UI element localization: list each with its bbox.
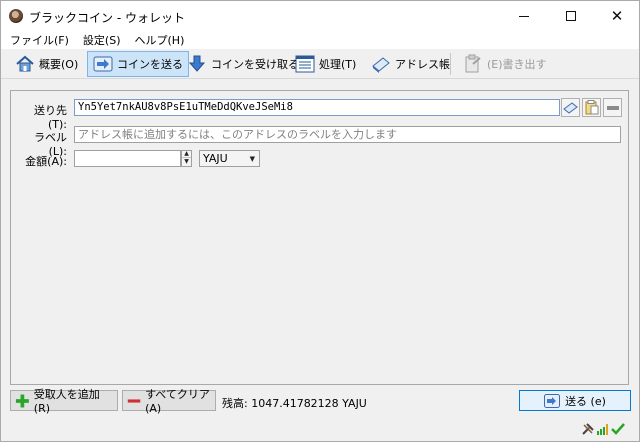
- synced-check-icon[interactable]: [611, 422, 625, 436]
- menu-bar: ファイル(F) 設定(S) ヘルプ(H): [1, 31, 639, 49]
- paste-button[interactable]: [582, 98, 601, 117]
- connections-icon[interactable]: [596, 422, 610, 436]
- tab-send-label: コインを送る: [117, 58, 183, 71]
- amount-stepper[interactable]: ▲ ▼: [181, 150, 192, 167]
- blackcoin-app-icon: [9, 9, 23, 23]
- address-book-icon: [563, 102, 578, 114]
- tab-receive-coins[interactable]: コインを受け取る: [181, 51, 305, 77]
- add-recipient-button[interactable]: 受取人を追加 (R): [10, 388, 118, 415]
- send-button[interactable]: 送る (e): [519, 390, 631, 411]
- tab-transactions-label: 処理(T): [319, 58, 357, 71]
- minimize-button[interactable]: [501, 1, 547, 31]
- chevron-down-icon: ▼: [249, 155, 255, 163]
- tab-overview[interactable]: 概要(O): [9, 51, 84, 77]
- tab-overview-label: 概要(O): [39, 58, 79, 71]
- close-icon: ✕: [610, 6, 624, 25]
- remove-entry-button[interactable]: [603, 98, 622, 117]
- maximize-icon: [566, 11, 576, 21]
- tab-transactions[interactable]: 処理(T): [289, 51, 362, 77]
- paste-icon: [585, 100, 598, 115]
- unit-select[interactable]: YAJU ▼: [199, 150, 260, 167]
- toolbar-separator: [450, 53, 451, 75]
- delete-icon: [606, 105, 619, 110]
- amount-label: 金額(A):: [25, 155, 67, 168]
- stepper-up-icon[interactable]: ▲: [182, 151, 191, 158]
- send-entry-frame: 送り先(T): Yn5Yet7nkAU8v8PsE1uTMeDdQKveJSeM…: [10, 90, 629, 176]
- arrow-right-icon: [93, 56, 113, 72]
- tab-address-book[interactable]: アドレス帳: [365, 51, 456, 77]
- window-title: ブラックコイン - ウォレット: [29, 11, 185, 25]
- menu-settings[interactable]: 設定(S): [78, 32, 126, 48]
- menu-file[interactable]: ファイル(F): [5, 32, 74, 48]
- unit-value: YAJU: [203, 152, 228, 165]
- clear-all-label: すべてクリア (A): [145, 388, 210, 415]
- export-label: (E)書き出す: [487, 58, 547, 71]
- balance-label: 残高: 1047.41782128 YAJU: [222, 397, 367, 410]
- pay-to-label: 送り先(T):: [34, 104, 67, 131]
- tab-address-book-label: アドレス帳: [395, 58, 450, 71]
- arrow-right-icon: [544, 393, 561, 408]
- tab-send-coins[interactable]: コインを送る: [87, 51, 189, 77]
- maximize-button[interactable]: [548, 1, 594, 31]
- stepper-down-icon[interactable]: ▼: [182, 158, 191, 165]
- address-book-icon: [372, 57, 390, 73]
- main-toolbar: 概要(O) コインを送る コインを受け取る 処理(T) アドレス帳 (E)書き出…: [1, 49, 639, 79]
- add-recipient-label: 受取人を追加 (R): [33, 388, 100, 415]
- entries-scroll-area: [10, 175, 629, 385]
- plus-icon: [15, 394, 29, 407]
- amount-input[interactable]: [74, 150, 181, 167]
- close-button[interactable]: ✕: [594, 1, 640, 31]
- wallet-window: ブラックコイン - ウォレット ✕ ファイル(F) 設定(S) ヘルプ(H) 概…: [0, 0, 640, 442]
- minimize-icon: [519, 15, 529, 17]
- address-book-button[interactable]: [561, 98, 580, 117]
- label-input[interactable]: アドレス帳に追加するには、このアドレスのラベルを入力します: [74, 126, 621, 143]
- staking-icon[interactable]: [581, 422, 595, 436]
- minus-icon: [127, 398, 141, 403]
- send-label: 送る (e): [565, 394, 606, 408]
- title-bar[interactable]: ブラックコイン - ウォレット ✕: [1, 1, 639, 31]
- list-icon: [295, 55, 315, 73]
- status-bar: [1, 419, 639, 441]
- export-button[interactable]: (E)書き出す: [457, 51, 553, 77]
- tab-receive-label: コインを受け取る: [211, 58, 299, 71]
- clipboard-icon: [465, 54, 481, 73]
- pay-to-input[interactable]: Yn5Yet7nkAU8v8PsE1uTMeDdQKveJSeMi8: [74, 99, 560, 116]
- menu-help[interactable]: ヘルプ(H): [130, 32, 190, 48]
- clear-all-button[interactable]: すべてクリア (A): [122, 388, 216, 415]
- arrow-down-icon: [188, 55, 206, 72]
- home-icon: [16, 55, 34, 72]
